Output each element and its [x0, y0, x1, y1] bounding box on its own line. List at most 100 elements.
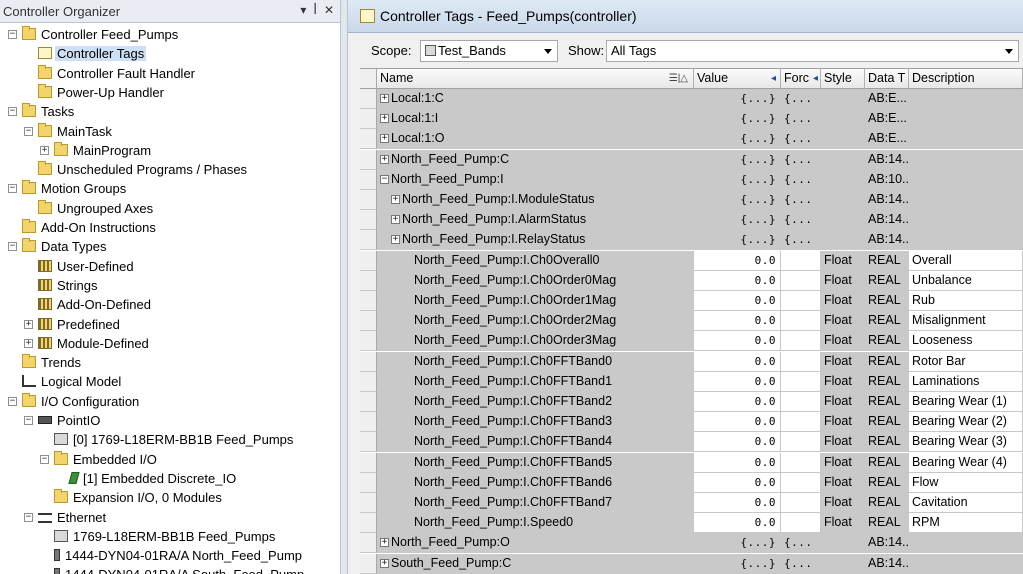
row-header[interactable] [360, 250, 377, 271]
expand-icon[interactable]: + [380, 114, 389, 124]
tree-node-predefined[interactable]: Predefined [38, 315, 122, 334]
cell-value[interactable]: {...} [694, 230, 781, 251]
tree-node-strings[interactable]: Strings [38, 276, 99, 295]
row-header[interactable] [360, 533, 377, 554]
expand-icon[interactable]: + [380, 538, 389, 548]
cell-value[interactable]: 0.0 [694, 331, 781, 352]
tree-node-power-up-handler[interactable]: Power-Up Handler [38, 83, 166, 102]
table-row[interactable]: North_Feed_Pump:I.Ch0Order0Mag 0.0 Float RE… [360, 270, 1023, 291]
table-row[interactable]: North_Feed_Pump:I.Ch0Overall0 0.0 Float REA… [360, 250, 1023, 271]
cell-value[interactable]: 0.0 [694, 452, 781, 473]
tree-node-user-defined[interactable]: User-Defined [38, 257, 136, 276]
table-row[interactable]: North_Feed_Pump:I.Ch0FFTBand1 0.0 Float REA… [360, 371, 1023, 392]
tree-node-i-o-configuration[interactable]: I/O Configuration [22, 392, 141, 411]
tree-node-1444-dyn04-01ra-a-south-feed-pump[interactable]: 1444-DYN04-01RA/A South_Feed_Pump [54, 565, 306, 574]
row-header[interactable] [360, 412, 377, 433]
table-row[interactable]: North_Feed_Pump:I.Ch0Order3Mag 0.0 Float RE… [360, 331, 1023, 352]
row-header[interactable] [360, 270, 377, 291]
cell-description[interactable] [909, 553, 1023, 574]
table-row[interactable]: + South_Feed_Pump:C {...} {... AB:14... [360, 553, 1023, 574]
cell-description[interactable] [909, 149, 1023, 170]
cell-description[interactable] [909, 109, 1023, 130]
table-row[interactable]: + Local:1:O {...} {... AB:E... [360, 129, 1023, 150]
tree-node-ethernet[interactable]: Ethernet [38, 508, 108, 527]
tree-node-1769-l18erm-bb1b-feed-pumps[interactable]: 1769-L18ERM-BB1B Feed_Pumps [54, 527, 277, 546]
column-header-style[interactable]: Style [821, 69, 865, 89]
row-header[interactable] [360, 432, 377, 453]
row-header[interactable] [360, 392, 377, 412]
cell-description[interactable]: Bearing Wear (1) [909, 392, 1023, 412]
pushpin-icon[interactable]: ꟾ [313, 3, 317, 17]
table-row[interactable]: + Local:1:C {...} {... AB:E... [360, 89, 1023, 109]
tree-node-trends[interactable]: Trends [22, 353, 83, 372]
table-row[interactable]: + North_Feed_Pump:O {...} {... AB:14... [360, 533, 1023, 554]
row-header[interactable] [360, 371, 377, 392]
cell-value[interactable]: {...} [694, 553, 781, 574]
tree-expander-icon[interactable]: − [24, 416, 33, 425]
cell-value[interactable]: 0.0 [694, 291, 781, 311]
tree-expander-icon[interactable]: − [8, 184, 17, 194]
cell-value[interactable]: 0.0 [694, 351, 781, 372]
column-header-value[interactable]: Value ◂ [694, 69, 781, 89]
tree-node-unscheduled-programs-phases[interactable]: Unscheduled Programs / Phases [38, 160, 249, 179]
show-filter-dropdown[interactable]: All Tags [606, 40, 1019, 62]
cell-description[interactable] [909, 129, 1023, 150]
row-header[interactable] [360, 210, 377, 231]
column-header-force[interactable]: Forc ◂ [781, 69, 821, 89]
cell-description[interactable] [909, 210, 1023, 231]
cell-value[interactable]: 0.0 [694, 250, 781, 271]
row-header[interactable] [360, 109, 377, 130]
cell-description[interactable]: Cavitation [909, 493, 1023, 513]
scope-dropdown[interactable]: Test_Bands [420, 40, 558, 62]
cell-description[interactable] [909, 190, 1023, 210]
tree-expander-icon[interactable]: + [24, 338, 33, 348]
row-header[interactable] [360, 169, 377, 190]
cell-value[interactable]: 0.0 [694, 432, 781, 453]
tree-expander-icon[interactable]: + [24, 319, 33, 329]
cell-value[interactable]: {...} [694, 109, 781, 130]
tree-expander-icon[interactable]: + [40, 145, 49, 155]
cell-description[interactable]: Bearing Wear (4) [909, 452, 1023, 473]
cell-description[interactable]: RPM [909, 513, 1023, 534]
row-header[interactable] [360, 230, 377, 251]
row-header[interactable] [360, 311, 377, 332]
cell-value[interactable]: 0.0 [694, 412, 781, 433]
tree-node-logical-model[interactable]: Logical Model [22, 372, 123, 391]
cell-description[interactable] [909, 533, 1023, 554]
tree-node-mainprogram[interactable]: MainProgram [54, 141, 153, 160]
expand-icon[interactable]: + [391, 195, 400, 204]
table-row[interactable]: North_Feed_Pump:I.Ch0FFTBand2 0.0 Float REA… [360, 392, 1023, 412]
tree-expander-icon[interactable]: − [24, 512, 33, 522]
cell-description[interactable]: Bearing Wear (3) [909, 432, 1023, 453]
row-header[interactable] [360, 513, 377, 534]
tree-node-add-on-defined[interactable]: Add-On-Defined [38, 295, 153, 314]
tree-node-1-embedded-discrete-io[interactable]: [1] Embedded Discrete_IO [68, 469, 238, 488]
table-row[interactable]: North_Feed_Pump:I.Ch0Order2Mag 0.0 Float RE… [360, 311, 1023, 332]
cell-description[interactable]: Overall [909, 250, 1023, 271]
close-icon[interactable]: ✕ [324, 3, 334, 17]
expand-icon[interactable]: + [391, 215, 400, 225]
tree-expander-icon[interactable]: − [8, 242, 17, 252]
tree-node-motion-groups[interactable]: Motion Groups [22, 179, 128, 198]
tree-node-expansion-i-o-0-modules[interactable]: Expansion I/O, 0 Modules [54, 488, 224, 507]
row-header[interactable] [360, 351, 377, 372]
table-row[interactable]: North_Feed_Pump:I.Ch0Order1Mag 0.0 Float RE… [360, 291, 1023, 311]
cell-value[interactable]: 0.0 [694, 392, 781, 412]
cell-value[interactable]: 0.0 [694, 513, 781, 534]
column-header-name[interactable]: Name ☰|△ [377, 69, 694, 89]
cell-value[interactable]: 0.0 [694, 493, 781, 513]
cell-value[interactable]: 0.0 [694, 270, 781, 291]
cell-value[interactable]: {...} [694, 129, 781, 150]
cell-value[interactable]: 0.0 [694, 371, 781, 392]
cell-description[interactable]: Bearing Wear (2) [909, 412, 1023, 433]
table-row[interactable]: North_Feed_Pump:I.Ch0FFTBand3 0.0 Float REA… [360, 412, 1023, 433]
row-header[interactable] [360, 129, 377, 150]
tree-node-controller-tags[interactable]: Controller Tags [38, 44, 147, 63]
cell-description[interactable] [909, 169, 1023, 190]
table-row[interactable]: North_Feed_Pump:I.Ch0FFTBand0 0.0 Float REA… [360, 351, 1023, 372]
column-header-datatype[interactable]: Data T [865, 69, 909, 89]
tree-node-pointio[interactable]: PointIO [38, 411, 102, 430]
tree-node-1444-dyn04-01ra-a-north-feed-pump[interactable]: 1444-DYN04-01RA/A North_Feed_Pump [54, 546, 304, 565]
row-header[interactable] [360, 190, 377, 210]
cell-description[interactable]: Rotor Bar [909, 351, 1023, 372]
